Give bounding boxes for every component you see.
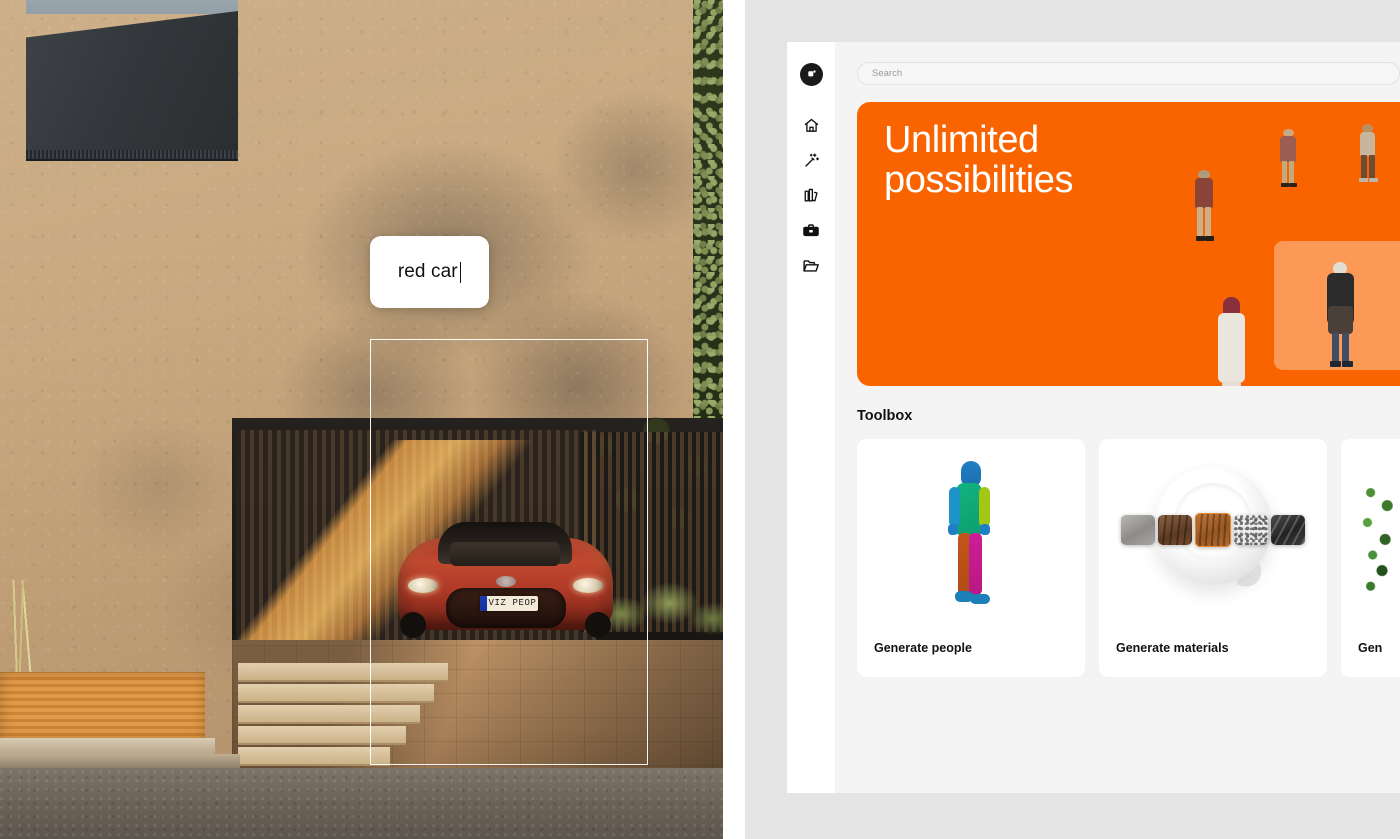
sidebar-item-magic[interactable] (794, 143, 828, 178)
toolbox-card-list: Generate people Generate materials Gen (857, 439, 1400, 677)
sidebar-item-home[interactable] (794, 108, 828, 143)
app-window: Search Unlimited possibilities Toolbox G… (745, 0, 1400, 839)
toolbox-card-generate-materials[interactable]: Generate materials (1099, 439, 1327, 677)
step (238, 747, 390, 766)
toolbox-card-generate-people[interactable]: Generate people (857, 439, 1085, 677)
sidebar-item-library[interactable] (794, 178, 828, 213)
screenshot-root: VIZ PEOP red car Search Unlimited possib… (0, 0, 1400, 839)
material-swatches (1121, 513, 1305, 547)
person-figure (1357, 124, 1379, 182)
road (0, 768, 723, 839)
render-viewport[interactable]: VIZ PEOP red car (0, 0, 723, 839)
material-swatch-wood (1195, 513, 1231, 547)
section-title-toolbox: Toolbox (857, 408, 913, 424)
hero-title-line-1: Unlimited (884, 119, 1039, 161)
selection-rectangle[interactable] (370, 339, 648, 765)
shrub-graphic (1355, 477, 1400, 607)
hero-banner[interactable]: Unlimited possibilities (857, 102, 1400, 386)
prompt-input-box[interactable]: red car (370, 236, 489, 308)
text-caret (459, 261, 462, 283)
wood-planter (0, 672, 205, 740)
generate-vegetation-art (1341, 453, 1400, 623)
generate-materials-art (1099, 453, 1327, 623)
search-input[interactable]: Search (857, 62, 1400, 85)
roof-edge (26, 150, 238, 161)
curb (0, 754, 240, 768)
sky-strip (26, 0, 238, 14)
app-content: Search Unlimited possibilities Toolbox G… (835, 42, 1400, 793)
material-swatch-dark-wood (1158, 515, 1192, 545)
material-swatch-concrete (1234, 515, 1268, 545)
toolbox-card-label: Generate materials (1116, 641, 1229, 655)
hero-title: Unlimited possibilities (884, 119, 1074, 202)
sidebar-item-projects[interactable] (794, 248, 828, 283)
ornamental-grass (10, 580, 210, 680)
sidebar-item-toolbox[interactable] (794, 213, 828, 248)
prompt-input-value: red car (397, 261, 458, 282)
toolbox-card-label: Generate people (874, 641, 972, 655)
person-figure (1215, 297, 1249, 386)
generate-people-art (857, 453, 1085, 623)
material-swatch-stone (1121, 515, 1155, 545)
hero-title-line-2: possibilities (884, 159, 1074, 202)
toolbox-card-label: Gen (1358, 641, 1383, 655)
sidebar-rail (787, 42, 835, 793)
app-logo-icon[interactable] (799, 63, 823, 86)
toolbox-card-generate-vegetation[interactable]: Gen (1341, 439, 1400, 677)
search-placeholder: Search (872, 68, 903, 79)
material-swatch-marble (1271, 515, 1305, 545)
person-figure (1277, 129, 1299, 187)
colorful-person-figure (939, 461, 1003, 621)
planter-base (0, 738, 215, 754)
prompt-input[interactable]: red car (397, 261, 462, 283)
person-figure (1322, 262, 1358, 374)
person-figure (1191, 170, 1217, 242)
